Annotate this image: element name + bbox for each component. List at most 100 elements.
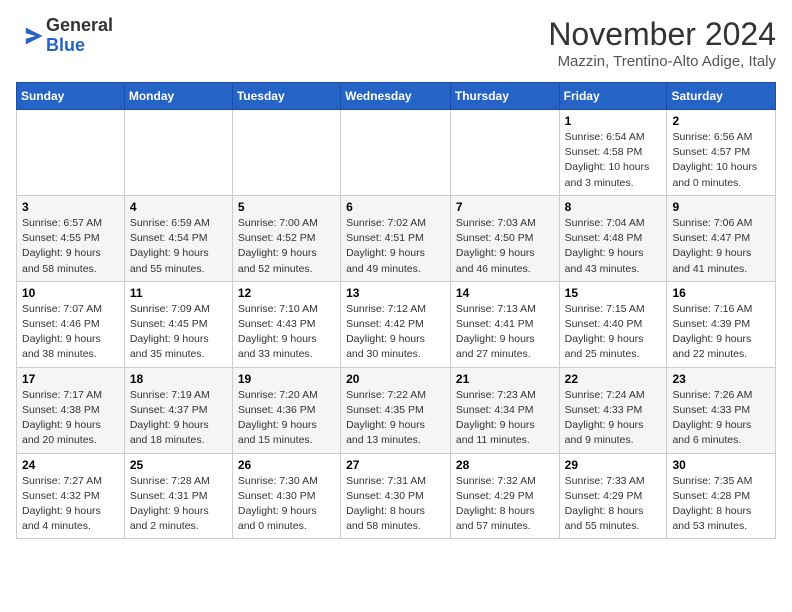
- day-number: 6: [346, 200, 445, 214]
- day-number: 10: [22, 286, 119, 300]
- calendar-cell: 3Sunrise: 6:57 AM Sunset: 4:55 PM Daylig…: [17, 195, 125, 281]
- day-info: Sunrise: 7:13 AM Sunset: 4:41 PM Dayligh…: [456, 302, 554, 363]
- calendar-cell: 14 Sunrise: 7:13 AM Sunset: 4:41 PM Dayli…: [450, 281, 559, 367]
- calendar-cell: 11 Sunrise: 7:09 AM Sunset: 4:45 PM Dayli…: [124, 281, 232, 367]
- day-number: 11: [130, 286, 227, 300]
- logo-icon: [16, 22, 44, 50]
- header-day: Tuesday: [232, 83, 340, 110]
- calendar-cell: 27 Sunrise: 7:31 AM Sunset: 4:30 PM Dayli…: [341, 453, 451, 539]
- logo-text: General Blue: [46, 16, 113, 56]
- day-info: Sunrise: 7:10 AM Sunset: 4:43 PM Dayligh…: [238, 302, 335, 363]
- day-info: Sunrise: 7:12 AM Sunset: 4:42 PM Dayligh…: [346, 302, 445, 363]
- calendar-cell: 17Sunrise: 7:17 AM Sunset: 4:38 PM Dayli…: [17, 367, 125, 453]
- calendar-cell: [450, 110, 559, 196]
- day-number: 22: [565, 372, 662, 386]
- calendar-cell: 25 Sunrise: 7:28 AM Sunset: 4:31 PM Dayli…: [124, 453, 232, 539]
- day-number: 7: [456, 200, 554, 214]
- day-number: 15: [565, 286, 662, 300]
- day-number: 14: [456, 286, 554, 300]
- month-title: November 2024: [548, 16, 776, 53]
- day-number: 23: [672, 372, 770, 386]
- logo-blue: Blue: [46, 36, 113, 56]
- day-info: Sunrise: 7:35 AM Sunset: 4:28 PM Dayligh…: [672, 474, 770, 535]
- day-info: Sunrise: 7:07 AM Sunset: 4:46 PM Dayligh…: [22, 302, 119, 363]
- calendar-cell: 28 Sunrise: 7:32 AM Sunset: 4:29 PM Dayli…: [450, 453, 559, 539]
- day-info: Sunrise: 7:30 AM Sunset: 4:30 PM Dayligh…: [238, 474, 335, 535]
- calendar-cell: 12 Sunrise: 7:10 AM Sunset: 4:43 PM Dayli…: [232, 281, 340, 367]
- calendar-cell: 16Sunrise: 7:16 AM Sunset: 4:39 PM Dayli…: [667, 281, 776, 367]
- day-info: Sunrise: 6:59 AM Sunset: 4:54 PM Dayligh…: [130, 216, 227, 277]
- day-info: Sunrise: 7:26 AM Sunset: 4:33 PM Dayligh…: [672, 388, 770, 449]
- day-number: 12: [238, 286, 335, 300]
- calendar-cell: 8Sunrise: 7:04 AM Sunset: 4:48 PM Daylig…: [559, 195, 667, 281]
- header-day: Monday: [124, 83, 232, 110]
- day-info: Sunrise: 7:04 AM Sunset: 4:48 PM Dayligh…: [565, 216, 662, 277]
- header-day: Wednesday: [341, 83, 451, 110]
- calendar-cell: 26 Sunrise: 7:30 AM Sunset: 4:30 PM Dayli…: [232, 453, 340, 539]
- day-info: Sunrise: 7:23 AM Sunset: 4:34 PM Dayligh…: [456, 388, 554, 449]
- calendar-cell: 21 Sunrise: 7:23 AM Sunset: 4:34 PM Dayli…: [450, 367, 559, 453]
- header-day: Thursday: [450, 83, 559, 110]
- logo-general: General: [46, 16, 113, 36]
- day-info: Sunrise: 7:06 AM Sunset: 4:47 PM Dayligh…: [672, 216, 770, 277]
- day-number: 30: [672, 458, 770, 472]
- calendar-cell: 18Sunrise: 7:19 AM Sunset: 4:37 PM Dayli…: [124, 367, 232, 453]
- header: General Blue November 2024 Mazzin, Trent…: [16, 16, 776, 70]
- day-number: 21: [456, 372, 554, 386]
- day-info: Sunrise: 7:28 AM Sunset: 4:31 PM Dayligh…: [130, 474, 227, 535]
- day-info: Sunrise: 7:22 AM Sunset: 4:35 PM Dayligh…: [346, 388, 445, 449]
- day-info: Sunrise: 7:02 AM Sunset: 4:51 PM Dayligh…: [346, 216, 445, 277]
- day-info: Sunrise: 7:24 AM Sunset: 4:33 PM Dayligh…: [565, 388, 662, 449]
- header-day: Sunday: [17, 83, 125, 110]
- day-info: Sunrise: 7:15 AM Sunset: 4:40 PM Dayligh…: [565, 302, 662, 363]
- calendar-week-row: 24Sunrise: 7:27 AM Sunset: 4:32 PM Dayli…: [17, 453, 776, 539]
- calendar-cell: 13Sunrise: 7:12 AM Sunset: 4:42 PM Dayli…: [341, 281, 451, 367]
- calendar-header: SundayMondayTuesdayWednesdayThursdayFrid…: [17, 83, 776, 110]
- day-number: 16: [672, 286, 770, 300]
- calendar-body: 1Sunrise: 6:54 AM Sunset: 4:58 PM Daylig…: [17, 110, 776, 539]
- calendar-cell: 29Sunrise: 7:33 AM Sunset: 4:29 PM Dayli…: [559, 453, 667, 539]
- calendar-cell: 23 Sunrise: 7:26 AM Sunset: 4:33 PM Dayli…: [667, 367, 776, 453]
- calendar-week-row: 1Sunrise: 6:54 AM Sunset: 4:58 PM Daylig…: [17, 110, 776, 196]
- day-number: 19: [238, 372, 335, 386]
- day-info: Sunrise: 7:09 AM Sunset: 4:45 PM Dayligh…: [130, 302, 227, 363]
- calendar-cell: 19 Sunrise: 7:20 AM Sunset: 4:36 PM Dayli…: [232, 367, 340, 453]
- day-info: Sunrise: 7:17 AM Sunset: 4:38 PM Dayligh…: [22, 388, 119, 449]
- header-row: SundayMondayTuesdayWednesdayThursdayFrid…: [17, 83, 776, 110]
- location: Mazzin, Trentino-Alto Adige, Italy: [548, 53, 776, 70]
- calendar-cell: [124, 110, 232, 196]
- day-number: 28: [456, 458, 554, 472]
- calendar-cell: 24Sunrise: 7:27 AM Sunset: 4:32 PM Dayli…: [17, 453, 125, 539]
- day-number: 26: [238, 458, 335, 472]
- calendar-cell: 9 Sunrise: 7:06 AM Sunset: 4:47 PM Daylig…: [667, 195, 776, 281]
- day-number: 1: [565, 114, 662, 128]
- day-number: 9: [672, 200, 770, 214]
- title-area: November 2024 Mazzin, Trentino-Alto Adig…: [548, 16, 776, 70]
- calendar-cell: 15 Sunrise: 7:15 AM Sunset: 4:40 PM Dayli…: [559, 281, 667, 367]
- day-number: 25: [130, 458, 227, 472]
- calendar-cell: 1Sunrise: 6:54 AM Sunset: 4:58 PM Daylig…: [559, 110, 667, 196]
- day-number: 2: [672, 114, 770, 128]
- calendar-cell: 7 Sunrise: 7:03 AM Sunset: 4:50 PM Daylig…: [450, 195, 559, 281]
- day-info: Sunrise: 7:03 AM Sunset: 4:50 PM Dayligh…: [456, 216, 554, 277]
- header-day: Friday: [559, 83, 667, 110]
- calendar-cell: [17, 110, 125, 196]
- day-info: Sunrise: 7:20 AM Sunset: 4:36 PM Dayligh…: [238, 388, 335, 449]
- day-number: 4: [130, 200, 227, 214]
- day-number: 5: [238, 200, 335, 214]
- day-info: Sunrise: 7:32 AM Sunset: 4:29 PM Dayligh…: [456, 474, 554, 535]
- day-info: Sunrise: 7:19 AM Sunset: 4:37 PM Dayligh…: [130, 388, 227, 449]
- day-info: Sunrise: 6:56 AM Sunset: 4:57 PM Dayligh…: [672, 130, 770, 191]
- calendar-week-row: 10 Sunrise: 7:07 AM Sunset: 4:46 PM Dayli…: [17, 281, 776, 367]
- day-number: 24: [22, 458, 119, 472]
- day-number: 27: [346, 458, 445, 472]
- calendar-cell: 10 Sunrise: 7:07 AM Sunset: 4:46 PM Dayli…: [17, 281, 125, 367]
- logo: General Blue: [16, 16, 113, 56]
- day-info: Sunrise: 7:31 AM Sunset: 4:30 PM Dayligh…: [346, 474, 445, 535]
- calendar-cell: [341, 110, 451, 196]
- calendar-cell: 6 Sunrise: 7:02 AM Sunset: 4:51 PM Daylig…: [341, 195, 451, 281]
- calendar-table: SundayMondayTuesdayWednesdayThursdayFrid…: [16, 82, 776, 539]
- day-number: 29: [565, 458, 662, 472]
- calendar-cell: [232, 110, 340, 196]
- calendar-week-row: 17Sunrise: 7:17 AM Sunset: 4:38 PM Dayli…: [17, 367, 776, 453]
